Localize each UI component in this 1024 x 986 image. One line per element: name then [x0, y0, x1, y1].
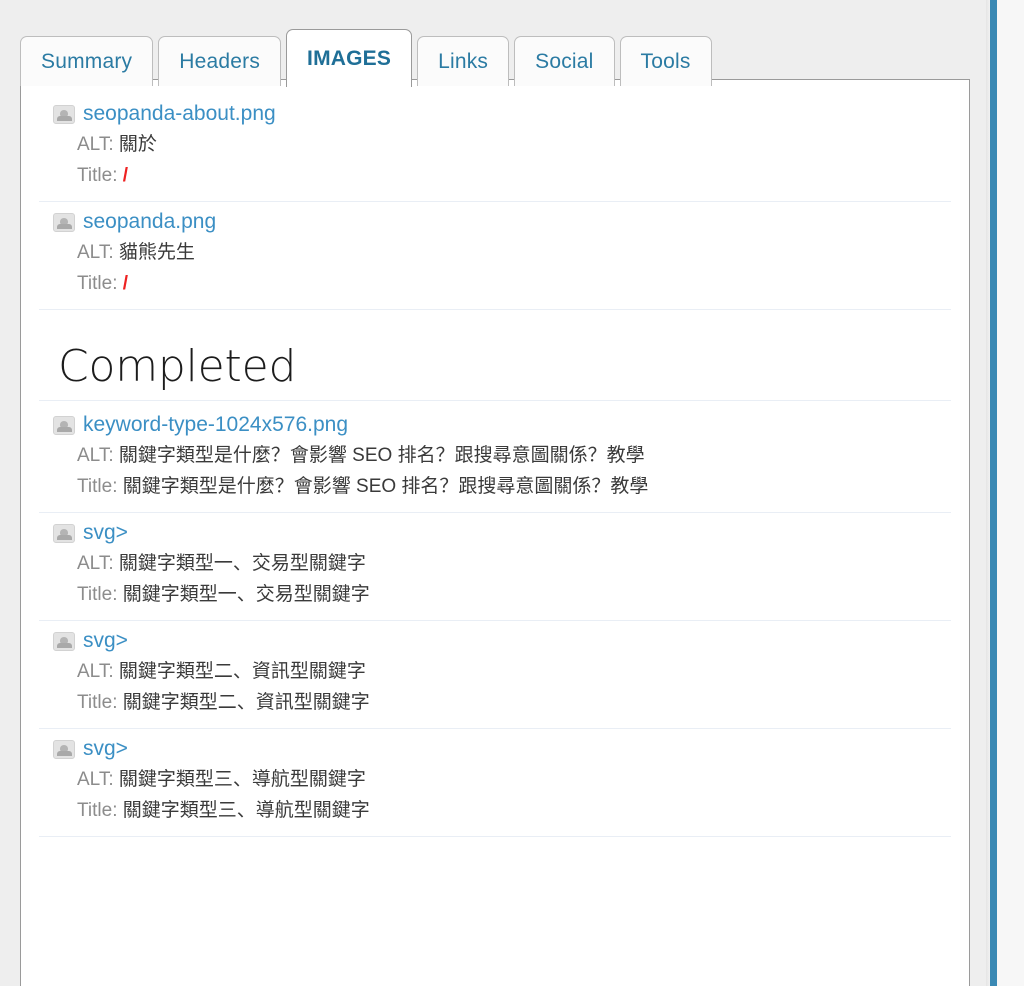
broken-image-icon — [53, 104, 75, 124]
image-entry-header: seopanda.png — [39, 210, 951, 234]
alt-label: ALT: — [77, 661, 114, 683]
image-title-line: Title: 關鍵字類型三、導航型關鍵字 — [39, 795, 951, 826]
image-entry-header: svg> — [39, 629, 951, 653]
image-title-line: Title: 關鍵字類型是什麼？會影響 SEO 排名？跟搜尋意圖關係？教學 — [39, 471, 951, 502]
image-alt-line: ALT: 關鍵字類型是什麼？會影響 SEO 排名？跟搜尋意圖關係？教學 — [39, 440, 951, 471]
image-entry-header: seopanda-about.png — [39, 102, 951, 126]
image-alt-line: ALT: 貓熊先生 — [39, 237, 951, 268]
image-entry: svg> ALT: 關鍵字類型二、資訊型關鍵字 Title: 關鍵字類型二、資訊型關… — [39, 621, 951, 730]
image-entry: keyword-type-1024x576.png ALT: 關鍵字類型是什麼？會… — [39, 405, 951, 514]
tab-links[interactable]: Links — [417, 36, 510, 86]
title-empty-marker: / — [122, 165, 129, 186]
tab-label: Tools — [640, 49, 691, 73]
alt-label: ALT: — [77, 445, 114, 467]
title-label: Title: — [77, 476, 118, 498]
tab-bar: Summary Headers IMAGES Links Social Tools — [20, 29, 717, 87]
image-entry: seopanda.png ALT: 貓熊先生 Title: / — [39, 202, 951, 310]
image-filename-link[interactable]: seopanda-about.png — [83, 102, 276, 126]
broken-image-icon — [53, 415, 75, 435]
alt-value: 關鍵字類型二、資訊型關鍵字 — [118, 661, 366, 683]
alt-value: 關鍵字類型一、交易型關鍵字 — [118, 553, 366, 575]
alt-label: ALT: — [77, 242, 114, 263]
title-value: 關鍵字類型一、交易型關鍵字 — [122, 584, 370, 606]
broken-image-icon — [53, 631, 75, 651]
alt-label: ALT: — [77, 553, 114, 575]
title-value: 關鍵字類型二、資訊型關鍵字 — [122, 692, 370, 714]
broken-image-icon — [53, 739, 75, 759]
image-title-line: Title: 關鍵字類型二、資訊型關鍵字 — [39, 687, 951, 718]
image-entry-header: svg> — [39, 521, 951, 545]
tab-tools[interactable]: Tools — [619, 36, 712, 86]
title-value: 關鍵字類型三、導航型關鍵字 — [122, 800, 370, 822]
image-filename-link[interactable]: svg> — [83, 737, 128, 761]
title-label: Title: — [77, 165, 118, 186]
title-label: Title: — [77, 692, 118, 714]
title-empty-marker: / — [122, 273, 129, 294]
app-root: Summary Headers IMAGES Links Social Tools seo… — [0, 0, 1024, 986]
image-entry-header: keyword-type-1024x576.png — [39, 413, 951, 437]
image-entry-header: svg> — [39, 737, 951, 761]
title-label: Title: — [77, 584, 118, 606]
blue-accent-rail — [990, 0, 997, 986]
image-title-line: Title: 關鍵字類型一、交易型關鍵字 — [39, 579, 951, 610]
image-filename-link[interactable]: seopanda.png — [83, 210, 216, 234]
alt-value: 貓熊先生 — [118, 242, 195, 263]
tab-label: Links — [438, 49, 489, 73]
images-panel: seopanda-about.png ALT: 關於 Title: / seopand… — [20, 79, 970, 986]
image-entry: svg> ALT: 關鍵字類型三、導航型關鍵字 Title: 關鍵字類型三、導航型關… — [39, 729, 951, 838]
image-title-line: Title: / — [39, 160, 951, 191]
image-alt-line: ALT: 關鍵字類型三、導航型關鍵字 — [39, 764, 951, 795]
tab-headers[interactable]: Headers — [158, 36, 282, 86]
section-divider — [39, 400, 951, 402]
tab-label: Social — [535, 49, 594, 73]
image-entry: seopanda-about.png ALT: 關於 Title: / — [39, 94, 951, 202]
section-heading: Completed — [58, 341, 297, 392]
image-alt-line: ALT: 關於 — [39, 129, 951, 160]
broken-image-icon — [53, 212, 75, 232]
image-filename-link[interactable]: svg> — [83, 521, 128, 545]
tab-images[interactable]: IMAGES — [286, 29, 413, 87]
title-label: Title: — [77, 800, 118, 822]
alt-label: ALT: — [77, 134, 114, 155]
tab-label: Summary — [41, 49, 133, 73]
image-filename-link[interactable]: svg> — [83, 629, 128, 653]
alt-value: 關於 — [118, 134, 157, 155]
images-list: seopanda-about.png ALT: 關於 Title: / seopand… — [21, 80, 969, 838]
tab-social[interactable]: Social — [514, 36, 615, 86]
image-filename-link[interactable]: keyword-type-1024x576.png — [83, 413, 348, 437]
image-alt-line: ALT: 關鍵字類型二、資訊型關鍵字 — [39, 656, 951, 687]
alt-value: 關鍵字類型三、導航型關鍵字 — [118, 769, 366, 791]
tab-label: Headers — [179, 49, 261, 73]
broken-image-icon — [53, 523, 75, 543]
tab-label: IMAGES — [307, 46, 392, 70]
image-entry: svg> ALT: 關鍵字類型一、交易型關鍵字 Title: 關鍵字類型一、交易型關… — [39, 513, 951, 622]
vertical-scrollbar[interactable] — [1004, 0, 1020, 986]
title-label: Title: — [77, 273, 118, 294]
image-alt-line: ALT: 關鍵字類型一、交易型關鍵字 — [39, 548, 951, 579]
title-value: 關鍵字類型是什麼？會影響 SEO 排名？跟搜尋意圖關係？教學 — [122, 476, 649, 498]
image-title-line: Title: / — [39, 268, 951, 299]
alt-value: 關鍵字類型是什麼？會影響 SEO 排名？跟搜尋意圖關係？教學 — [118, 445, 645, 467]
tab-summary[interactable]: Summary — [20, 36, 154, 86]
alt-label: ALT: — [77, 769, 114, 791]
